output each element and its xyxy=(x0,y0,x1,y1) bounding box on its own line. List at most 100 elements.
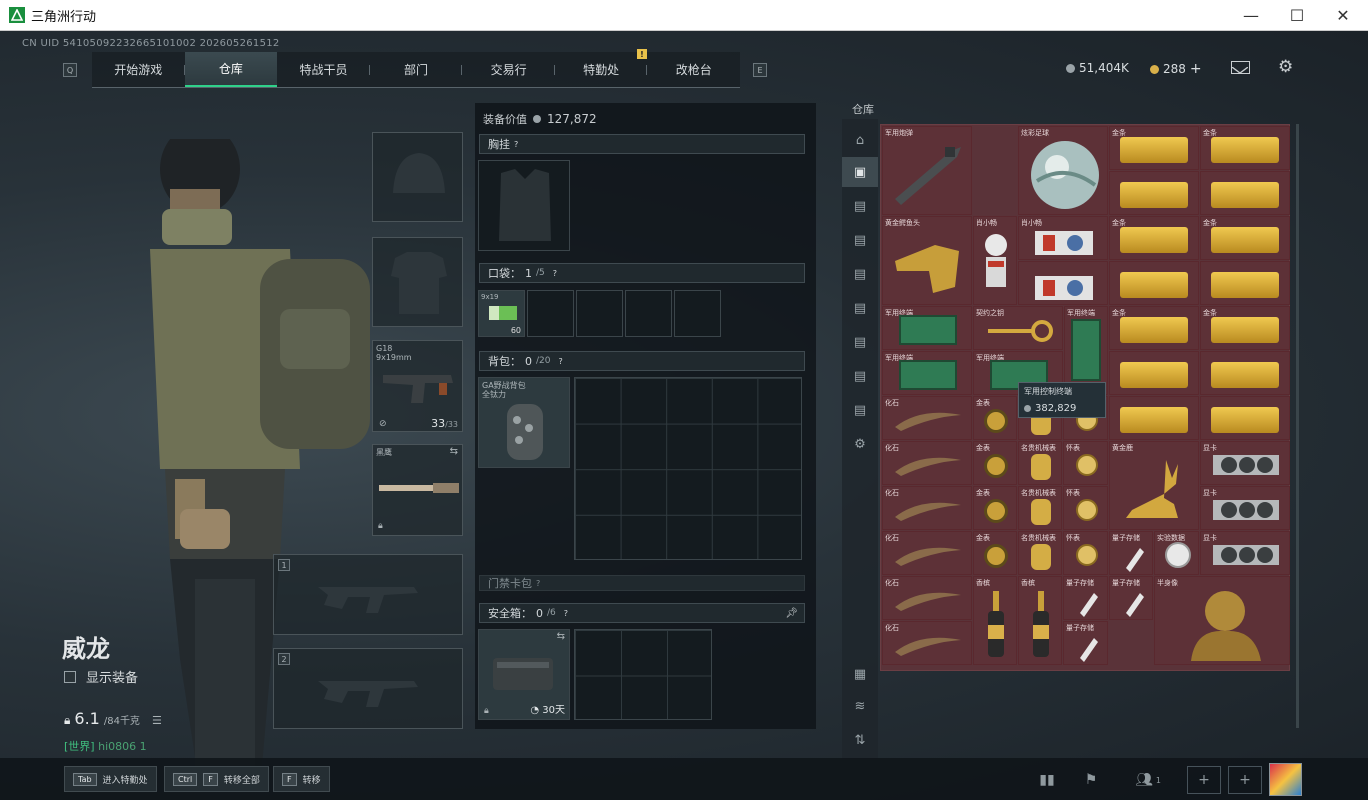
add-currency-button[interactable]: + xyxy=(1190,61,1202,77)
help-icon[interactable]: ? xyxy=(564,609,568,618)
warehouse-item-mech-watch[interactable]: 名贵机械表 xyxy=(1018,486,1062,530)
warehouse-item-gold-bar[interactable]: 金条 xyxy=(1200,216,1290,260)
warehouse-item-graphics-card[interactable]: 显卡 xyxy=(1200,441,1290,485)
sidebar-layers-icon[interactable]: ≋ xyxy=(842,691,878,721)
tab-operators[interactable]: 特战干员 xyxy=(277,52,370,87)
safe-box-slot[interactable]: ⇆ 🔒︎ ◔ 30天 xyxy=(478,629,570,720)
warehouse-item-figure[interactable]: 肖小畅 xyxy=(973,216,1017,305)
settings-gear-icon[interactable]: ⚙ xyxy=(1278,58,1296,76)
nav-next-key[interactable]: E xyxy=(753,63,767,77)
maximize-button[interactable]: ☐ xyxy=(1274,0,1320,30)
mail-icon[interactable] xyxy=(1231,61,1250,74)
warehouse-item-contract-key[interactable]: 契约之钥 xyxy=(973,306,1063,350)
sidebar-settings-icon[interactable]: ⚙ xyxy=(842,429,878,459)
armor-slot[interactable] xyxy=(372,237,463,327)
help-icon[interactable]: ? xyxy=(553,269,557,278)
warehouse-item-gold-watch[interactable]: 金表 xyxy=(973,396,1017,440)
warehouse-item-fossil[interactable]: 化石 xyxy=(882,441,972,485)
tab-special-ops[interactable]: 特勤处 xyxy=(555,52,648,87)
warehouse-item-gold-bar[interactable]: 金条 xyxy=(1200,126,1290,170)
chat-channel[interactable]: [世界] hi0806 1 xyxy=(64,738,147,754)
close-button[interactable]: ✕ xyxy=(1320,0,1366,30)
warehouse-item-fossil[interactable]: 化石 xyxy=(882,531,972,575)
warehouse-item-quantum-storage[interactable]: 量子存储 xyxy=(1063,621,1108,665)
tab-warehouse[interactable]: 仓库 xyxy=(184,52,278,87)
sidebar-page-7-icon[interactable]: ▤ xyxy=(842,361,878,391)
warehouse-item-gold-bar[interactable]: 金条 xyxy=(1200,306,1290,350)
player-avatar[interactable] xyxy=(1269,763,1302,796)
warehouse-item-gold-bar[interactable] xyxy=(1200,396,1290,440)
warehouse-item-mech-watch[interactable]: 名贵机械表 xyxy=(1018,531,1062,575)
warehouse-item-gold-bar[interactable]: 金条 xyxy=(1109,126,1199,170)
warehouse-item-pocket-watch[interactable]: 怀表 xyxy=(1063,531,1108,575)
warehouse-item-graphics-card[interactable]: 显卡 xyxy=(1200,486,1290,530)
sidebar-page-1-icon[interactable]: ▣ xyxy=(842,157,878,187)
show-equipment-toggle[interactable]: 显示装备 xyxy=(64,667,138,686)
backpack-slot[interactable]: GA野战背包 全钛力 xyxy=(478,377,570,468)
primary-weapon-slot-2[interactable]: 2 xyxy=(273,648,463,729)
helmet-slot[interactable] xyxy=(372,132,463,222)
warehouse-item-fossil[interactable]: 化石 xyxy=(882,576,972,620)
melee-slot[interactable]: 黑鹰 ⇆ 🔒︎ xyxy=(372,444,463,536)
warehouse-item-gold-watch[interactable]: 金表 xyxy=(973,531,1017,575)
warehouse-item-quantum-storage[interactable]: 量子存储 xyxy=(1109,531,1153,575)
warehouse-item-fossil[interactable]: 化石 xyxy=(882,396,972,440)
stats-chart-icon[interactable]: ▮▮ xyxy=(1030,766,1064,794)
backpack-grid-cells[interactable] xyxy=(574,377,802,560)
warehouse-item-gold-watch[interactable]: 金表 xyxy=(973,441,1017,485)
warehouse-item-graphics-card[interactable]: 显卡 xyxy=(1200,531,1290,575)
pin-icon[interactable]: 📌︎ xyxy=(785,608,798,619)
warehouse-item-military-terminal[interactable]: 军用终端 xyxy=(882,306,972,350)
warehouse-item-football[interactable]: 炫彩足球 xyxy=(1018,126,1108,215)
swap-icon[interactable]: ⇆ xyxy=(450,446,458,457)
pocket-slot[interactable] xyxy=(527,290,574,337)
help-icon[interactable]: ? xyxy=(558,357,562,366)
warehouse-item-gold-bar[interactable] xyxy=(1109,351,1199,395)
help-icon[interactable]: ? xyxy=(514,140,518,149)
warehouse-item-gold-bar[interactable] xyxy=(1200,351,1290,395)
sidebar-page-3-icon[interactable]: ▤ xyxy=(842,225,878,255)
warehouse-item-pocket-watch[interactable]: 怀表 xyxy=(1063,441,1108,485)
warehouse-item-gold-bar[interactable]: 金条 xyxy=(1109,306,1199,350)
sidebar-stash-icon[interactable]: ▦ xyxy=(842,659,878,689)
tab-trade[interactable]: 交易行 xyxy=(462,52,555,87)
minimize-button[interactable]: — xyxy=(1228,0,1274,30)
warehouse-item-bust[interactable]: 半身像 xyxy=(1154,576,1290,665)
nav-prev-key[interactable]: Q xyxy=(63,63,77,77)
sidebar-all-icon[interactable]: ⌂ xyxy=(842,125,878,155)
sidebar-page-2-icon[interactable]: ▤ xyxy=(842,191,878,221)
chest-rig-slot[interactable] xyxy=(478,160,570,251)
sidebar-page-6-icon[interactable]: ▤ xyxy=(842,327,878,357)
sidebar-sort-icon[interactable]: ⇅ xyxy=(842,725,878,755)
tab-department[interactable]: 部门 xyxy=(370,52,463,87)
show-equipment-checkbox[interactable] xyxy=(64,670,76,683)
sidebar-page-5-icon[interactable]: ▤ xyxy=(842,293,878,323)
pocket-slot[interactable] xyxy=(674,290,721,337)
warehouse-item-fossil[interactable]: 化石 xyxy=(882,486,972,530)
tab-gunsmith[interactable]: 改枪台 xyxy=(647,52,740,87)
sidebar-page-4-icon[interactable]: ▤ xyxy=(842,259,878,289)
warehouse-item-gold-bar[interactable]: 金条 xyxy=(1109,216,1199,260)
transfer-button[interactable]: F 转移 xyxy=(273,766,330,792)
warehouse-item-gold-bar[interactable] xyxy=(1200,261,1290,305)
warehouse-item-pocket-watch[interactable]: 怀表 xyxy=(1063,486,1108,530)
warehouse-scrollbar[interactable] xyxy=(1296,124,1299,728)
warehouse-item-champagne[interactable]: 香槟 xyxy=(973,576,1017,665)
warehouse-item-gold-crocodile[interactable]: 黄金鳄鱼头 xyxy=(882,216,972,305)
warehouse-item-gold-watch[interactable]: 金表 xyxy=(973,486,1017,530)
warehouse-item-experiment-data[interactable]: 实验数据 xyxy=(1154,531,1199,575)
warehouse-item-mech-watch[interactable]: 名贵机械表 xyxy=(1018,441,1062,485)
sidebar-page-8-icon[interactable]: ▤ xyxy=(842,395,878,425)
warehouse-item-quantum-storage[interactable]: 量子存储 xyxy=(1109,576,1153,620)
warehouse-item-champagne[interactable]: 香槟 xyxy=(1018,576,1062,665)
pocket-slot-ammo[interactable]: 9x19 60 xyxy=(478,290,525,337)
pocket-slot[interactable] xyxy=(625,290,672,337)
flag-icon[interactable]: ⚑ xyxy=(1074,766,1108,794)
warehouse-item-figure-box[interactable] xyxy=(1018,261,1108,305)
swap-icon[interactable]: ⇆ xyxy=(557,631,565,642)
add-party-slot-1[interactable]: + xyxy=(1187,766,1221,794)
warehouse-item-rocket[interactable]: 军用炮弹 xyxy=(882,126,972,215)
tab-start-game[interactable]: 开始游戏 xyxy=(92,52,185,87)
warehouse-item-fossil[interactable]: 化石 xyxy=(882,621,972,665)
safe-box-grid[interactable] xyxy=(574,629,712,720)
